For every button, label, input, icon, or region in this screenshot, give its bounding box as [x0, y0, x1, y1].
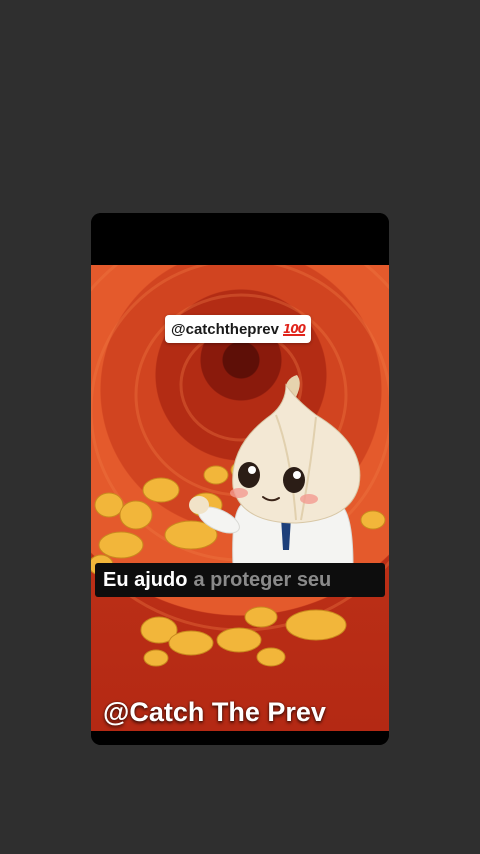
mention-sticker[interactable]: @catchtheprev 100 — [165, 315, 312, 343]
caption-highlighted-text: Eu ajudo — [103, 568, 188, 591]
story-top-letterbox — [91, 213, 389, 265]
caption-pending-text: a proteger seu — [193, 568, 332, 591]
story-video[interactable]: @catchtheprev 100 Eu ajudo a proteger se… — [91, 265, 389, 731]
story-card[interactable]: @catchtheprev 100 Eu ajudo a proteger se… — [91, 213, 389, 745]
mention-sticker-username: @catchtheprev — [171, 320, 279, 338]
subtitle-caption: Eu ajudo a proteger seu — [95, 563, 385, 597]
watermark-text: @Catch The Prev — [103, 697, 326, 727]
hundred-points-icon: 100 — [283, 322, 306, 336]
story-viewer-screen: @catchtheprev 100 Eu ajudo a proteger se… — [0, 0, 480, 854]
story-bottom-letterbox — [91, 731, 389, 745]
